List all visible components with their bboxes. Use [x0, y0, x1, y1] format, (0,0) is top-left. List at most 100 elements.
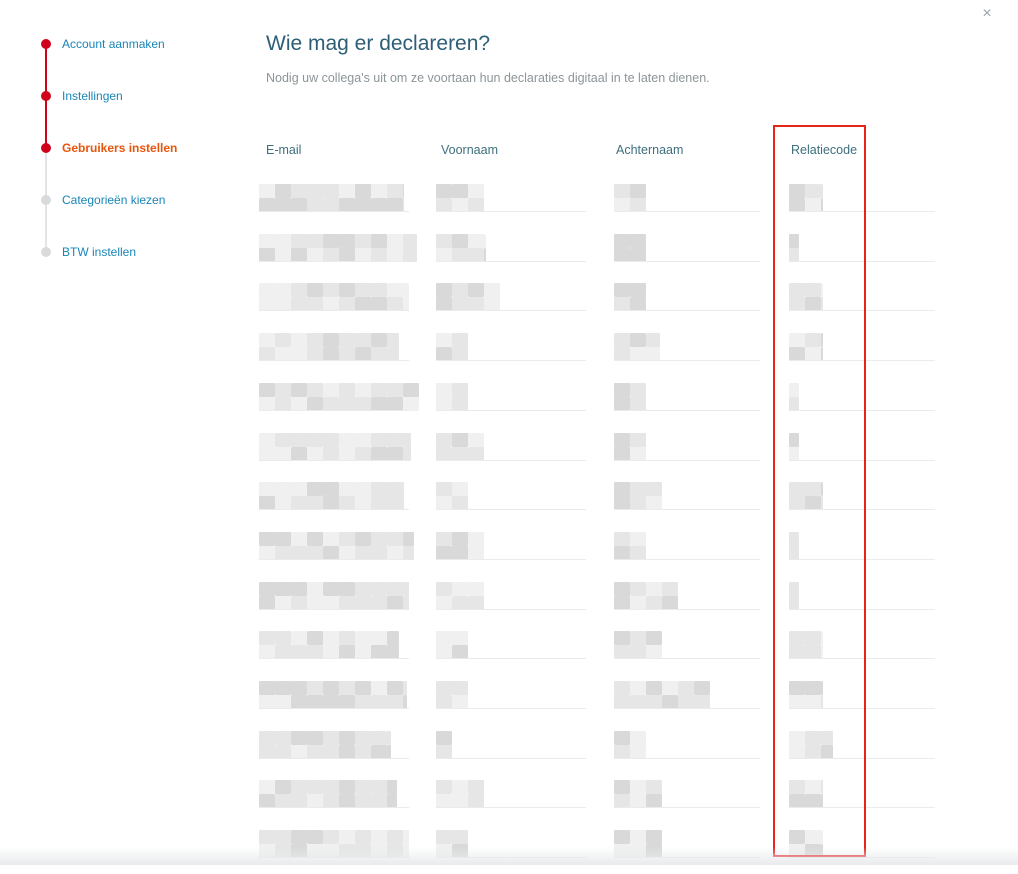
input-underline — [259, 360, 409, 362]
redacted-pixel — [291, 645, 307, 660]
page-title: Wie mag er declareren? — [266, 32, 491, 55]
email-input[interactable] — [259, 730, 409, 759]
voornaam-input[interactable] — [436, 482, 586, 511]
input-underline — [436, 807, 586, 809]
close-icon[interactable]: × — [978, 4, 996, 24]
redacted-pixel — [259, 730, 275, 745]
voornaam-input[interactable] — [436, 184, 586, 212]
achternaam-input[interactable] — [614, 681, 760, 709]
redacted-pixel — [694, 681, 710, 695]
redacted-pixel — [789, 681, 805, 695]
redacted-pixel — [821, 780, 823, 795]
table-row — [0, 327, 1018, 377]
redacted-pixel — [805, 283, 821, 298]
redacted-pixel — [275, 595, 291, 610]
relatiecode-input[interactable] — [789, 780, 935, 809]
achternaam-input[interactable] — [614, 730, 760, 759]
achternaam-input[interactable] — [614, 233, 760, 262]
voornaam-input[interactable] — [436, 233, 586, 262]
relatiecode-input[interactable] — [789, 482, 935, 511]
email-input[interactable] — [259, 333, 409, 362]
voornaam-input[interactable] — [436, 730, 586, 759]
redacted-pixel — [291, 744, 307, 759]
voornaam-input[interactable] — [436, 631, 586, 660]
redacted-pixel — [275, 297, 291, 312]
step-account-aanmaken[interactable]: Account aanmaken — [38, 34, 238, 54]
relatiecode-input[interactable] — [789, 631, 935, 660]
relatiecode-input[interactable] — [789, 382, 935, 411]
relatiecode-input[interactable] — [789, 432, 935, 461]
achternaam-input[interactable] — [614, 382, 760, 411]
redacted-pixel — [789, 482, 805, 497]
redacted-pixel — [259, 695, 275, 709]
email-input[interactable] — [259, 432, 411, 461]
step-label[interactable]: Instellingen — [62, 87, 123, 105]
voornaam-input[interactable] — [436, 581, 586, 610]
redacted-pixel — [259, 382, 275, 397]
redacted-pixel — [614, 496, 630, 511]
redacted-pixel — [387, 432, 403, 447]
redacted-pixel — [630, 396, 646, 411]
voornaam-input[interactable] — [436, 382, 586, 411]
achternaam-input[interactable] — [614, 631, 760, 660]
email-input[interactable] — [259, 531, 414, 560]
voornaam-input[interactable] — [436, 283, 586, 312]
achternaam-input[interactable] — [614, 482, 760, 511]
email-input[interactable] — [259, 482, 409, 511]
redacted-pixel — [452, 247, 468, 262]
achternaam-input[interactable] — [614, 184, 760, 212]
step-instellingen[interactable]: Instellingen — [38, 86, 238, 106]
redacted-pixel — [323, 545, 339, 560]
email-input[interactable] — [259, 184, 409, 212]
email-input[interactable] — [259, 233, 417, 262]
achternaam-input[interactable] — [614, 432, 760, 461]
achternaam-input[interactable] — [614, 581, 760, 610]
redacted-pixel — [371, 247, 387, 262]
email-input[interactable] — [259, 631, 409, 660]
redacted-pixel — [291, 446, 307, 461]
step-label[interactable]: Account aanmaken — [62, 35, 165, 53]
redacted-pixel — [323, 780, 339, 795]
relatiecode-input[interactable] — [789, 233, 935, 262]
redacted-pixel — [630, 545, 646, 560]
email-input[interactable] — [259, 581, 409, 610]
voornaam-input[interactable] — [436, 531, 586, 560]
redacted-pixel — [259, 581, 275, 596]
redacted-pixel — [821, 631, 823, 646]
input-underline — [614, 558, 760, 560]
email-input[interactable] — [259, 382, 419, 411]
relatiecode-input[interactable] — [789, 333, 935, 362]
achternaam-input[interactable] — [614, 780, 760, 809]
redacted-pixel — [339, 631, 355, 646]
redacted-pixel — [789, 545, 799, 560]
email-input[interactable] — [259, 283, 409, 312]
achternaam-input[interactable] — [614, 333, 760, 362]
redacted-pixel — [468, 247, 484, 262]
redacted-pixel — [275, 645, 291, 660]
voornaam-input[interactable] — [436, 432, 586, 461]
relatiecode-input[interactable] — [789, 283, 935, 312]
relatiecode-input[interactable] — [789, 730, 935, 759]
relatiecode-input[interactable] — [789, 184, 935, 212]
relatiecode-input[interactable] — [789, 531, 935, 560]
redacted-pixel — [355, 482, 371, 497]
relatiecode-input[interactable] — [789, 581, 935, 610]
redacted-pixel — [275, 496, 291, 511]
redacted-pixel — [323, 247, 339, 262]
achternaam-input[interactable] — [614, 283, 760, 312]
step-label-current[interactable]: Gebruikers instellen — [62, 139, 177, 157]
voornaam-input[interactable] — [436, 333, 586, 362]
step-gebruikers-instellen[interactable]: Gebruikers instellen — [38, 138, 238, 158]
redacted-pixel — [789, 794, 805, 809]
email-input[interactable] — [259, 681, 409, 709]
redacted-pixel — [259, 531, 275, 546]
redacted-pixel — [355, 247, 371, 262]
redacted-pixel — [371, 432, 387, 447]
achternaam-input[interactable] — [614, 531, 760, 560]
redacted-pixel — [789, 531, 799, 546]
redacted-pixel — [789, 184, 805, 198]
email-input[interactable] — [259, 780, 409, 809]
voornaam-input[interactable] — [436, 681, 586, 709]
voornaam-input[interactable] — [436, 780, 586, 809]
relatiecode-input[interactable] — [789, 681, 935, 709]
